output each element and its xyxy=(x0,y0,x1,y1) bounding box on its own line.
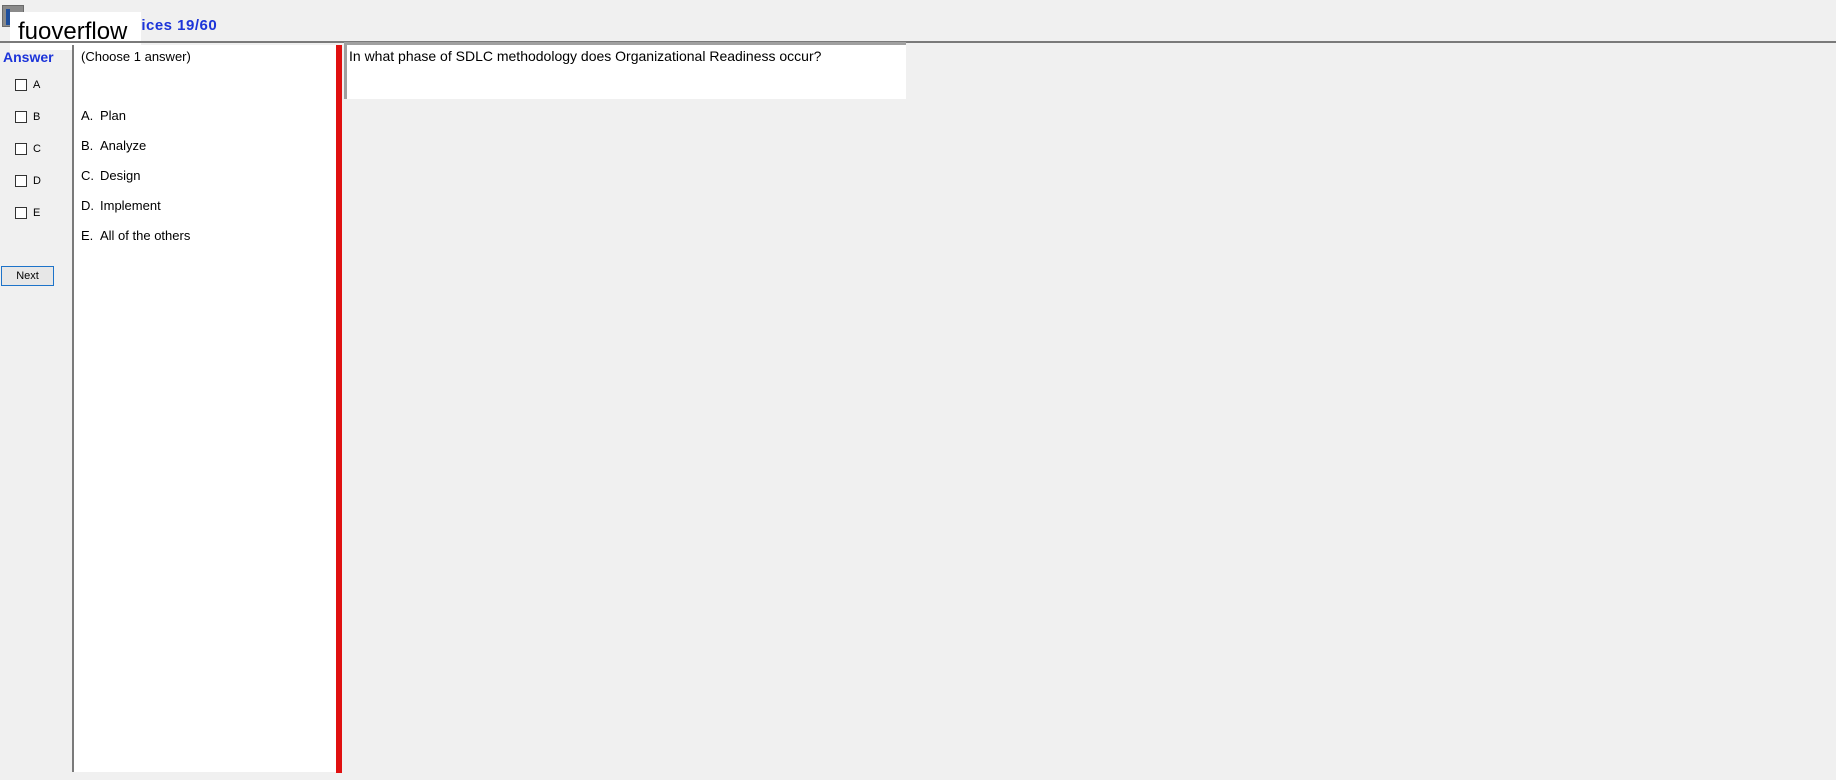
answer-option-label: D xyxy=(33,175,41,187)
answer-checkbox-d[interactable]: D xyxy=(15,173,41,189)
exam-window: hoices 19/60 fuoverflow Answer A B C D E… xyxy=(0,0,1836,780)
checkbox-icon[interactable] xyxy=(15,175,27,187)
choice-letter: C. xyxy=(81,168,94,183)
answer-heading: Answer xyxy=(3,49,54,65)
choice-item: E. All of the others xyxy=(81,228,190,243)
choice-item: A. Plan xyxy=(81,108,126,123)
panel-splitter[interactable] xyxy=(336,45,342,773)
answer-checkbox-e[interactable]: E xyxy=(15,205,40,221)
choice-item: C. Design xyxy=(81,168,140,183)
choice-letter: A. xyxy=(81,108,94,123)
choice-item: B. Analyze xyxy=(81,138,146,153)
answer-option-label: E xyxy=(33,207,41,219)
answer-checkbox-b[interactable]: B xyxy=(15,109,40,125)
answer-checkbox-a[interactable]: A xyxy=(15,77,40,93)
next-button[interactable]: Next xyxy=(1,266,54,286)
choice-item: D. Implement xyxy=(81,198,161,213)
question-box: In what phase of SDLC methodology does O… xyxy=(344,42,906,99)
choice-text: Plan xyxy=(100,108,127,123)
choice-text: Analyze xyxy=(100,138,147,153)
answer-option-label: B xyxy=(33,111,41,123)
choose-instruction: (Choose 1 answer) xyxy=(81,49,191,64)
choice-letter: B. xyxy=(81,138,94,153)
answer-option-label: C xyxy=(33,143,41,155)
choices-panel: (Choose 1 answer) A. Plan B. Analyze C. Des… xyxy=(72,45,336,772)
choice-text: Design xyxy=(100,168,141,183)
header-divider xyxy=(0,41,1836,43)
choice-letter: D. xyxy=(81,198,94,213)
checkbox-icon[interactable] xyxy=(15,111,27,123)
choice-text: Implement xyxy=(100,198,161,213)
choice-text: All of the others xyxy=(100,228,191,243)
answer-option-label: A xyxy=(33,79,41,91)
answer-checkbox-c[interactable]: C xyxy=(15,141,41,157)
checkbox-icon[interactable] xyxy=(15,207,27,219)
question-text: In what phase of SDLC methodology does O… xyxy=(349,48,822,64)
checkbox-icon[interactable] xyxy=(15,143,27,155)
choice-letter: E. xyxy=(81,228,94,243)
checkbox-icon[interactable] xyxy=(15,79,27,91)
